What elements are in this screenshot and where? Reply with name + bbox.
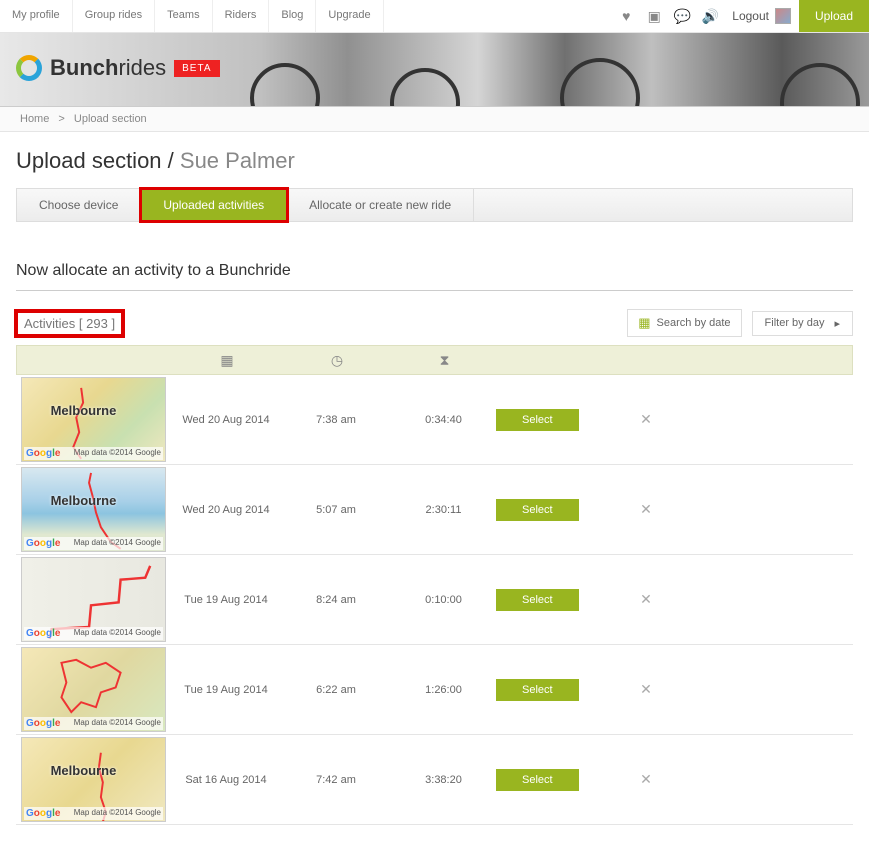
map-place-label: Melbourne <box>51 763 117 778</box>
nav-item-group-rides[interactable]: Group rides <box>73 0 155 32</box>
close-icon[interactable]: ✕ <box>640 771 652 788</box>
map-thumbnail[interactable]: Melbourne Google Map data ©2014 Google <box>21 467 166 552</box>
chat-icon[interactable]: 💬 <box>668 8 696 25</box>
map-thumbnail[interactable]: Google Map data ©2014 Google <box>21 557 166 642</box>
google-logo: Google <box>26 448 60 459</box>
hero-banner: Bunchrides BETA <box>0 33 869 107</box>
close-icon[interactable]: ✕ <box>640 681 652 698</box>
close-icon[interactable]: ✕ <box>640 411 652 428</box>
google-logo: Google <box>26 628 60 639</box>
logo-text: Bunchrides <box>50 55 166 81</box>
map-place-label: Melbourne <box>51 403 117 418</box>
table-row: Melbourne Google Map data ©2014 Google Wed … <box>16 375 853 465</box>
map-attribution: Map data ©2014 Google <box>74 538 161 549</box>
search-by-date[interactable]: ▦ Search by date <box>627 309 741 337</box>
table-row: Melbourne Google Map data ©2014 Google Sat … <box>16 735 853 825</box>
heart-icon[interactable]: ♥ <box>612 8 640 24</box>
calendar-icon: ▦ <box>638 315 650 331</box>
logo[interactable]: Bunchrides BETA <box>16 55 220 81</box>
cell-start-time: 5:07 am <box>281 504 391 516</box>
cell-duration: 0:34:40 <box>391 414 496 426</box>
volume-icon[interactable]: 🔊 <box>696 8 724 25</box>
book-icon[interactable]: ▣ <box>640 8 668 25</box>
beta-badge: BETA <box>174 60 219 77</box>
cell-duration: 3:38:20 <box>391 774 496 786</box>
google-logo: Google <box>26 718 60 729</box>
cell-duration: 0:10:00 <box>391 594 496 606</box>
breadcrumb: Home > Upload section <box>0 107 869 132</box>
close-icon[interactable]: ✕ <box>640 501 652 518</box>
cell-date: Wed 20 Aug 2014 <box>171 414 281 426</box>
avatar <box>775 8 791 24</box>
breadcrumb-home[interactable]: Home <box>20 113 49 125</box>
map-attribution: Map data ©2014 Google <box>74 808 161 819</box>
breadcrumb-current: Upload section <box>74 113 147 125</box>
google-logo: Google <box>26 538 60 549</box>
logo-ring-icon <box>16 55 42 81</box>
top-nav: My profileGroup ridesTeamsRidersBlogUpgr… <box>0 0 869 33</box>
tab-uploaded-activities[interactable]: Uploaded activities <box>141 189 287 221</box>
map-place-label: Melbourne <box>51 493 117 508</box>
tab-allocate-or-create-new-ride[interactable]: Allocate or create new ride <box>287 189 474 221</box>
cell-start-time: 8:24 am <box>281 594 391 606</box>
tab-bar: Choose deviceUploaded activitiesAllocate… <box>16 188 853 222</box>
logout-label: Logout <box>732 9 769 23</box>
page-title: Upload section / Sue Palmer <box>16 148 853 174</box>
cell-duration: 1:26:00 <box>391 684 496 696</box>
map-attribution: Map data ©2014 Google <box>74 448 161 459</box>
cell-date: Tue 19 Aug 2014 <box>171 594 281 606</box>
cell-duration: 2:30:11 <box>391 504 496 516</box>
nav-item-my-profile[interactable]: My profile <box>0 0 73 32</box>
cell-date: Tue 19 Aug 2014 <box>171 684 281 696</box>
close-icon[interactable]: ✕ <box>640 591 652 608</box>
map-thumbnail[interactable]: Melbourne Google Map data ©2014 Google <box>21 377 166 462</box>
select-button[interactable]: Select <box>496 589 579 611</box>
map-thumbnail[interactable]: Google Map data ©2014 Google <box>21 647 166 732</box>
cell-start-time: 7:38 am <box>281 414 391 426</box>
calendar-header-icon: ▦ <box>220 352 233 369</box>
hourglass-header-icon: ⧗ <box>440 352 450 369</box>
chevron-right-icon: ▸ <box>834 317 840 330</box>
nav-item-riders[interactable]: Riders <box>213 0 270 32</box>
select-button[interactable]: Select <box>496 769 579 791</box>
select-button[interactable]: Select <box>496 499 579 521</box>
map-attribution: Map data ©2014 Google <box>74 628 161 639</box>
clock-header-icon: ◷ <box>331 352 343 369</box>
table-row: Google Map data ©2014 Google Tue 19 Aug 20… <box>16 645 853 735</box>
map-attribution: Map data ©2014 Google <box>74 718 161 729</box>
cell-date: Wed 20 Aug 2014 <box>171 504 281 516</box>
section-heading: Now allocate an activity to a Bunchride <box>16 262 853 291</box>
filter-by-day[interactable]: Filter by day ▸ <box>752 311 853 336</box>
table-row: Melbourne Google Map data ©2014 Google Wed … <box>16 465 853 555</box>
activities-count: Activities [ 293 ] <box>16 311 123 336</box>
nav-item-blog[interactable]: Blog <box>269 0 316 32</box>
logout-link[interactable]: Logout <box>724 8 799 24</box>
google-logo: Google <box>26 808 60 819</box>
cell-start-time: 6:22 am <box>281 684 391 696</box>
select-button[interactable]: Select <box>496 409 579 431</box>
tab-choose-device[interactable]: Choose device <box>17 189 141 221</box>
select-button[interactable]: Select <box>496 679 579 701</box>
nav-item-upgrade[interactable]: Upgrade <box>316 0 383 32</box>
nav-item-teams[interactable]: Teams <box>155 0 212 32</box>
map-thumbnail[interactable]: Melbourne Google Map data ©2014 Google <box>21 737 166 822</box>
breadcrumb-separator: > <box>58 113 64 125</box>
table-header: ▦ ◷ ⧗ <box>16 345 853 375</box>
cell-start-time: 7:42 am <box>281 774 391 786</box>
cell-date: Sat 16 Aug 2014 <box>171 774 281 786</box>
upload-button[interactable]: Upload <box>799 0 869 32</box>
table-row: Google Map data ©2014 Google Tue 19 Aug 20… <box>16 555 853 645</box>
